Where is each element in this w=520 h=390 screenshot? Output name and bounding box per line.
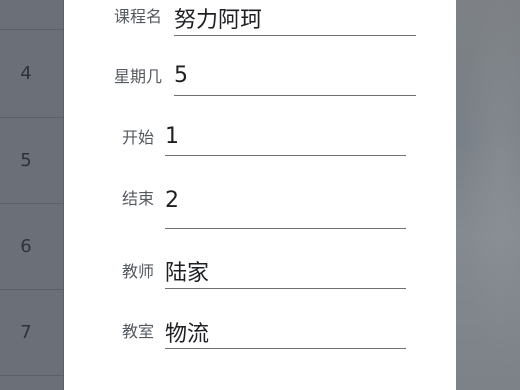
classroom-label: 教室 bbox=[122, 322, 155, 341]
weekday-input[interactable]: 5 bbox=[174, 63, 188, 88]
teacher-underline bbox=[165, 288, 406, 289]
period-number: 5 bbox=[20, 150, 32, 171]
end-row: 结束 2 bbox=[64, 183, 456, 233]
period-cell: 4 bbox=[0, 30, 64, 118]
period-number: 7 bbox=[20, 322, 32, 343]
timetable-period-column: 4 5 6 7 bbox=[0, 0, 64, 390]
course-name-label: 课程名 bbox=[114, 7, 163, 26]
end-label: 结束 bbox=[122, 189, 155, 208]
period-cell bbox=[0, 0, 64, 30]
period-number: 6 bbox=[20, 236, 32, 257]
classroom-input[interactable]: 物流 bbox=[165, 316, 209, 348]
classroom-row: 教室 物流 bbox=[64, 315, 456, 365]
start-label: 开始 bbox=[122, 128, 155, 147]
period-cell: 5 bbox=[0, 118, 64, 204]
period-number: 4 bbox=[20, 63, 32, 84]
start-row: 开始 1 bbox=[64, 121, 456, 171]
weekday-label: 星期几 bbox=[114, 67, 163, 86]
end-underline bbox=[165, 228, 406, 229]
weekday-row: 星期几 5 bbox=[64, 60, 456, 110]
background-image bbox=[456, 0, 520, 390]
teacher-input[interactable]: 陆家 bbox=[165, 255, 209, 287]
classroom-underline bbox=[165, 348, 406, 349]
start-input[interactable]: 1 bbox=[165, 124, 179, 149]
weekday-underline bbox=[174, 95, 416, 96]
teacher-label: 教师 bbox=[122, 262, 155, 281]
course-name-underline bbox=[174, 35, 416, 36]
start-underline bbox=[165, 155, 406, 156]
course-name-row: 课程名 努力阿珂 bbox=[64, 0, 456, 50]
edit-course-dialog: 课程名 努力阿珂 星期几 5 开始 1 结束 2 教师 陆家 教室 物流 bbox=[64, 0, 456, 390]
course-name-input[interactable]: 努力阿珂 bbox=[174, 2, 262, 34]
teacher-row: 教师 陆家 bbox=[64, 255, 456, 305]
period-cell: 7 bbox=[0, 290, 64, 376]
end-input[interactable]: 2 bbox=[165, 188, 179, 213]
period-cell: 6 bbox=[0, 204, 64, 290]
